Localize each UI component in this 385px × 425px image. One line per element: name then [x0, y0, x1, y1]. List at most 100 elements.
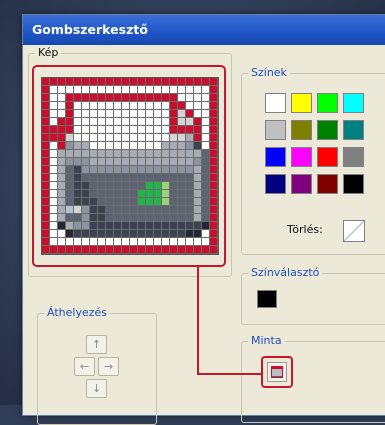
pixel-cell[interactable] [66, 110, 74, 118]
pixel-cell[interactable] [186, 126, 194, 134]
pixel-cell[interactable] [162, 110, 170, 118]
pixel-cell[interactable] [138, 94, 146, 102]
pixel-cell[interactable] [122, 78, 130, 86]
pixel-cell[interactable] [42, 118, 50, 126]
move-down-button[interactable]: ↓ [86, 379, 107, 398]
pixel-cell[interactable] [162, 246, 170, 254]
pixel-cell[interactable] [58, 142, 66, 150]
pixel-cell[interactable] [58, 78, 66, 86]
pixel-cell[interactable] [130, 246, 138, 254]
pixel-cell[interactable] [162, 214, 170, 222]
pixel-cell[interactable] [82, 174, 90, 182]
pixel-cell[interactable] [178, 126, 186, 134]
pixel-cell[interactable] [138, 142, 146, 150]
pixel-cell[interactable] [202, 238, 210, 246]
pixel-cell[interactable] [106, 174, 114, 182]
pixel-cell[interactable] [178, 222, 186, 230]
pixel-cell[interactable] [154, 166, 162, 174]
pixel-cell[interactable] [130, 214, 138, 222]
pixel-cell[interactable] [122, 166, 130, 174]
pixel-cell[interactable] [194, 126, 202, 134]
pixel-cell[interactable] [202, 246, 210, 254]
pixel-cell[interactable] [202, 102, 210, 110]
pixel-cell[interactable] [106, 190, 114, 198]
pixel-cell[interactable] [122, 158, 130, 166]
pixel-cell[interactable] [66, 166, 74, 174]
pixel-cell[interactable] [74, 246, 82, 254]
pixel-cell[interactable] [98, 86, 106, 94]
pixel-cell[interactable] [210, 142, 218, 150]
pixel-cell[interactable] [178, 134, 186, 142]
pixel-cell[interactable] [58, 126, 66, 134]
pixel-cell[interactable] [74, 126, 82, 134]
pixel-cell[interactable] [178, 206, 186, 214]
pixel-cell[interactable] [42, 102, 50, 110]
pixel-cell[interactable] [170, 190, 178, 198]
pixel-cell[interactable] [178, 174, 186, 182]
pixel-cell[interactable] [122, 86, 130, 94]
pixel-cell[interactable] [42, 214, 50, 222]
pixel-cell[interactable] [202, 134, 210, 142]
pixel-cell[interactable] [210, 134, 218, 142]
pixel-cell[interactable] [186, 94, 194, 102]
pixel-cell[interactable] [82, 238, 90, 246]
pixel-cell[interactable] [122, 150, 130, 158]
pixel-cell[interactable] [90, 238, 98, 246]
pixel-cell[interactable] [82, 94, 90, 102]
pixel-cell[interactable] [90, 86, 98, 94]
move-right-button[interactable]: → [98, 357, 119, 376]
pixel-cell[interactable] [106, 102, 114, 110]
color-swatch[interactable] [265, 120, 286, 140]
pixel-cell[interactable] [50, 230, 58, 238]
pixel-cell[interactable] [130, 94, 138, 102]
pixel-cell[interactable] [66, 190, 74, 198]
pixel-cell[interactable] [210, 166, 218, 174]
pixel-cell[interactable] [82, 126, 90, 134]
pixel-cell[interactable] [162, 174, 170, 182]
pixel-cell[interactable] [154, 238, 162, 246]
pixel-cell[interactable] [66, 222, 74, 230]
pixel-cell[interactable] [114, 134, 122, 142]
pixel-cell[interactable] [194, 214, 202, 222]
pixel-cell[interactable] [106, 78, 114, 86]
pixel-cell[interactable] [130, 118, 138, 126]
pixel-cell[interactable] [42, 182, 50, 190]
pixel-cell[interactable] [66, 246, 74, 254]
pixel-cell[interactable] [170, 230, 178, 238]
pixel-cell[interactable] [194, 174, 202, 182]
pixel-cell[interactable] [178, 190, 186, 198]
pixel-cell[interactable] [114, 238, 122, 246]
pixel-cell[interactable] [186, 214, 194, 222]
pixel-cell[interactable] [186, 166, 194, 174]
pixel-cell[interactable] [82, 78, 90, 86]
pixel-cell[interactable] [50, 198, 58, 206]
pixel-cell[interactable] [106, 94, 114, 102]
pixel-cell[interactable] [194, 190, 202, 198]
pixel-cell[interactable] [82, 86, 90, 94]
pixel-cell[interactable] [138, 222, 146, 230]
pixel-cell[interactable] [170, 206, 178, 214]
pixel-cell[interactable] [98, 230, 106, 238]
color-swatch[interactable] [343, 174, 364, 194]
pixel-cell[interactable] [194, 158, 202, 166]
pixel-cell[interactable] [98, 222, 106, 230]
pixel-cell[interactable] [90, 230, 98, 238]
pixel-cell[interactable] [58, 174, 66, 182]
pixel-cell[interactable] [170, 94, 178, 102]
pixel-cell[interactable] [90, 126, 98, 134]
pixel-cell[interactable] [90, 102, 98, 110]
pixel-cell[interactable] [98, 94, 106, 102]
pixel-cell[interactable] [122, 110, 130, 118]
pixel-cell[interactable] [138, 214, 146, 222]
pixel-cell[interactable] [138, 190, 146, 198]
pixel-cell[interactable] [202, 94, 210, 102]
pixel-cell[interactable] [90, 150, 98, 158]
pixel-cell[interactable] [170, 86, 178, 94]
pixel-cell[interactable] [66, 78, 74, 86]
pixel-cell[interactable] [146, 126, 154, 134]
pixel-cell[interactable] [114, 166, 122, 174]
pixel-cell[interactable] [138, 206, 146, 214]
pixel-cell[interactable] [146, 78, 154, 86]
pixel-cell[interactable] [154, 126, 162, 134]
pixel-cell[interactable] [42, 78, 50, 86]
